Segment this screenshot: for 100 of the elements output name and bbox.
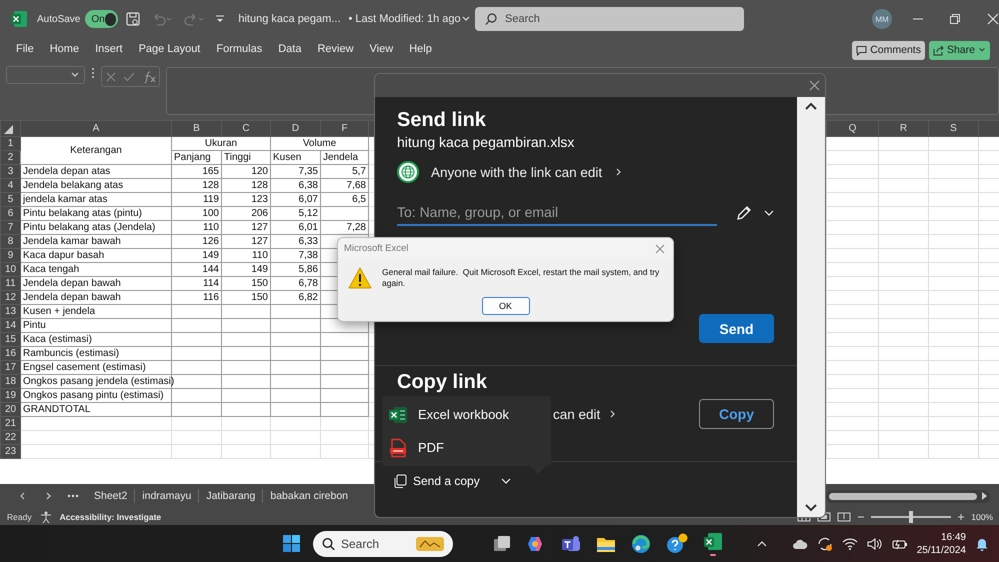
row-number: 2 — [0, 150, 20, 164]
table-cell: GRANDTOTAL — [20, 402, 172, 416]
row-number: 4 — [0, 178, 20, 192]
task-view-icon[interactable] — [493, 534, 511, 552]
menu-tab[interactable]: View — [362, 40, 402, 60]
zoom-level[interactable]: 100% — [971, 512, 993, 522]
customize-dropdown-icon[interactable] — [215, 14, 226, 24]
spreadsheet-app-icon — [10, 10, 28, 28]
sheet-tab[interactable]: indramayu — [134, 489, 198, 503]
autosave-toggle[interactable]: On — [85, 10, 118, 28]
save-icon[interactable] — [126, 12, 140, 26]
table-cell: 165 — [172, 164, 222, 178]
restore-icon[interactable] — [949, 13, 961, 25]
table-cell: 6,01 — [270, 220, 320, 234]
close-icon[interactable] — [655, 244, 665, 254]
wifi-icon[interactable] — [842, 538, 858, 550]
table-cell: Ukuran — [172, 136, 270, 150]
sheet-tab[interactable]: Sheet2 — [87, 489, 134, 503]
send-copy-button[interactable]: Send a copy — [393, 474, 797, 488]
menu-tab[interactable]: Review — [309, 40, 362, 60]
status-text: Ready — [7, 512, 32, 522]
vertical-scrollbar[interactable] — [797, 97, 825, 517]
more-icon[interactable] — [67, 494, 79, 498]
column-header[interactable]: A — [20, 120, 172, 136]
row-number: 7 — [0, 220, 20, 234]
table-cell: Jendela depan bawah — [20, 276, 172, 290]
column-header[interactable]: B — [172, 120, 222, 136]
accessibility-status[interactable]: Accessibility: Investigate — [60, 512, 162, 522]
close-icon[interactable] — [809, 80, 820, 91]
cloud-icon[interactable] — [792, 538, 808, 550]
comments-button[interactable]: Comments — [852, 40, 925, 60]
spreadsheet-app-icon[interactable] — [703, 532, 723, 556]
document-title[interactable]: hitung kaca pegam... — [238, 13, 340, 25]
notification-bell-icon[interactable] — [975, 536, 989, 550]
column-header[interactable]: D — [270, 120, 320, 136]
table-cell: Volume — [270, 136, 368, 150]
search-field[interactable]: Search — [475, 7, 744, 31]
browser-icon[interactable] — [631, 534, 651, 554]
check-icon[interactable] — [122, 72, 134, 82]
teams-icon[interactable] — [561, 534, 581, 554]
warning-icon — [348, 267, 372, 289]
menu-item[interactable]: PDF — [382, 436, 551, 458]
sheet-tab[interactable]: babakan cirebon — [262, 489, 356, 503]
menu-tab[interactable]: Formulas — [208, 40, 270, 60]
sheet-tab[interactable]: Jatibarang — [198, 489, 262, 503]
clock-time[interactable]: 16:49 — [940, 532, 966, 542]
battery-icon[interactable] — [892, 538, 908, 550]
chevron-down-icon — [978, 46, 986, 54]
pencil-icon[interactable] — [735, 204, 753, 222]
menu-tab[interactable]: Insert — [87, 40, 131, 60]
menu-tab[interactable]: Help — [401, 40, 440, 60]
volume-icon[interactable] — [866, 538, 883, 550]
ok-button[interactable]: OK — [482, 297, 530, 315]
column-header[interactable]: F — [320, 120, 368, 136]
menu-tab[interactable]: Page Layout — [130, 40, 208, 60]
table-cell: 116 — [172, 290, 222, 304]
clock-date[interactable]: 25/11/2024 — [916, 544, 966, 556]
copy-icon — [393, 474, 407, 488]
table-cell: Kaca tengah — [20, 262, 172, 276]
row-number: 8 — [0, 234, 20, 248]
link-permission-link[interactable]: can edit — [553, 406, 600, 422]
share-button[interactable]: Share — [928, 40, 990, 60]
last-modified-label[interactable]: • Last Modified: 1h ago — [348, 13, 461, 25]
help-icon[interactable] — [666, 532, 688, 554]
recipient-field[interactable]: To: Name, group, or email — [397, 199, 717, 226]
row-number: 18 — [0, 374, 20, 388]
table-cell: 5,86 — [270, 262, 320, 276]
table-cell: 119 — [172, 192, 222, 206]
table-cell: Kusen + jendela — [20, 304, 172, 318]
table-cell: 127 — [222, 220, 270, 234]
table-cell: Pintu belakang atas (Jendela) — [20, 220, 172, 234]
sync-icon[interactable] — [816, 536, 833, 552]
table-cell: Kaca (estimasi) — [20, 332, 172, 346]
menu-tab[interactable]: Data — [270, 40, 310, 60]
zoom-slider-thumb[interactable] — [909, 510, 914, 522]
spreadsheet-file-icon — [388, 404, 408, 424]
page-break-view-icon[interactable] — [837, 512, 852, 522]
row-number: 10 — [0, 262, 20, 276]
table-cell: 6,78 — [270, 276, 320, 290]
dialog-title: Send link — [397, 108, 487, 132]
horizontal-scrollbar[interactable] — [826, 490, 990, 502]
start-icon[interactable] — [283, 535, 300, 552]
table-cell: 149 — [172, 248, 222, 262]
menu-tab[interactable]: Home — [42, 40, 88, 60]
table-cell: 6,38 — [270, 178, 320, 192]
copy-button[interactable]: Copy — [699, 399, 774, 429]
send-button[interactable]: Send — [699, 314, 774, 343]
accessibility-icon[interactable] — [40, 510, 52, 522]
zoom-in-icon[interactable] — [957, 512, 966, 520]
column-header[interactable]: S — [928, 120, 978, 136]
select-all-icon[interactable] — [3, 124, 13, 134]
column-header[interactable]: C — [222, 120, 270, 136]
row-number: 3 — [0, 164, 20, 178]
menu-tab[interactable]: File — [8, 40, 42, 60]
menu-item[interactable]: Excel workbook — [382, 404, 551, 426]
column-header[interactable]: R — [878, 120, 928, 136]
row-number: 15 — [0, 332, 20, 346]
table-cell: 144 — [172, 262, 222, 276]
table-cell: Pintu — [20, 318, 172, 332]
column-header[interactable]: Q — [826, 120, 878, 136]
